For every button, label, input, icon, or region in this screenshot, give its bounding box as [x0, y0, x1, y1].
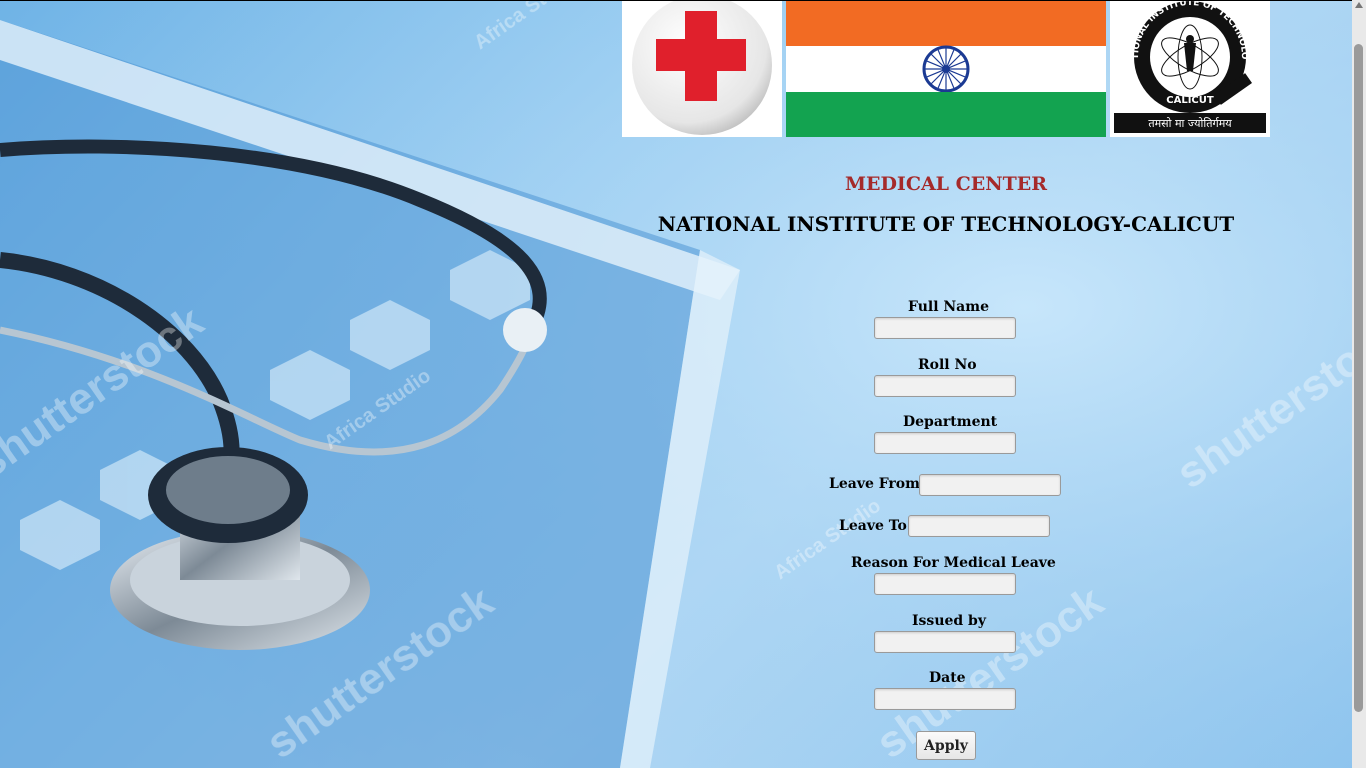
leave-to-input[interactable]	[908, 515, 1050, 537]
roll-no-label: Roll No	[918, 357, 977, 373]
department-label: Department	[903, 414, 998, 430]
leave-to-label: Leave To	[839, 518, 907, 534]
apply-button[interactable]: Apply	[916, 731, 976, 760]
reason-label: Reason For Medical Leave	[851, 555, 1056, 571]
medical-leave-form: Full Name Roll No Department Leave From …	[0, 0, 1366, 768]
reason-input[interactable]	[874, 573, 1016, 595]
scroll-up-icon[interactable]	[1355, 2, 1363, 8]
issued-by-label: Issued by	[912, 613, 986, 629]
date-input[interactable]	[874, 688, 1016, 710]
department-input[interactable]	[874, 432, 1016, 454]
scrollbar-thumb[interactable]	[1354, 44, 1363, 712]
date-label: Date	[929, 670, 966, 686]
roll-no-input[interactable]	[874, 375, 1016, 397]
full-name-label: Full Name	[908, 299, 989, 315]
issued-by-input[interactable]	[874, 631, 1016, 653]
vertical-scrollbar[interactable]	[1352, 0, 1366, 768]
leave-from-label: Leave From	[829, 476, 920, 492]
full-name-input[interactable]	[874, 317, 1016, 339]
leave-from-input[interactable]	[919, 474, 1061, 496]
